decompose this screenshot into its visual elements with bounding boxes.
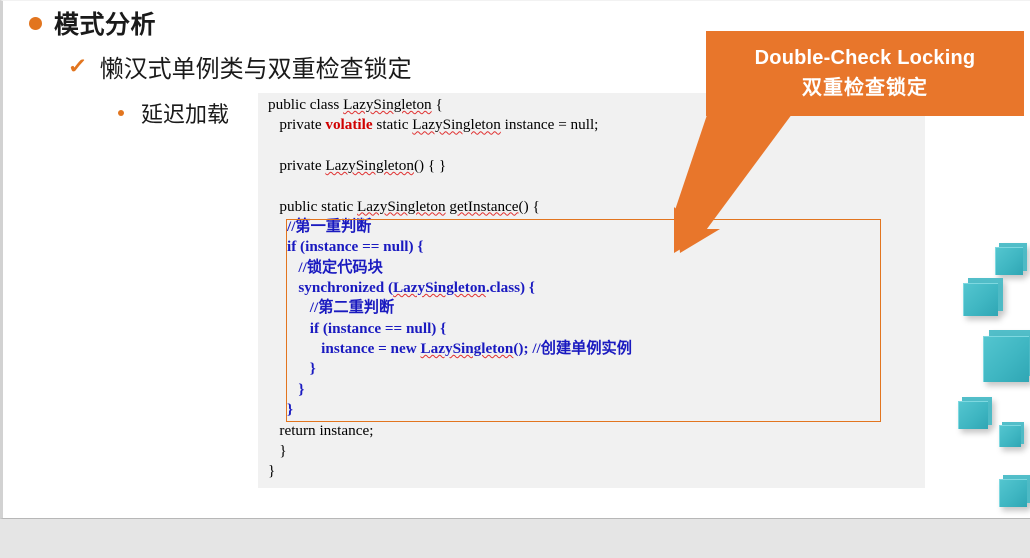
bullet-level-2-label: 懒汉式单例类与双重检查锁定	[99, 56, 412, 83]
checkmark-icon: ✓	[67, 55, 88, 78]
bullet-level-3: 延迟加载	[118, 97, 229, 129]
bullet-level-2: ✓ 懒汉式单例类与双重检查锁定	[67, 49, 412, 84]
filled-circle-icon	[29, 16, 42, 30]
bullet-level-1-label: 模式分析	[54, 11, 157, 39]
teal-cube-decoration	[963, 278, 1003, 316]
slide-canvas: 模式分析 ✓ 懒汉式单例类与双重检查锁定 延迟加载 public class L…	[0, 0, 1030, 519]
code-block: public class LazySingleton { private vol…	[258, 93, 925, 488]
teal-cube-decoration	[999, 475, 1030, 507]
bullet-level-3-label: 延迟加载	[141, 102, 230, 127]
teal-cube-decoration	[983, 330, 1030, 382]
small-dot-icon	[118, 110, 124, 116]
callout-title-en: Double-Check Locking	[754, 47, 976, 69]
bullet-level-1: 模式分析	[29, 5, 156, 41]
callout-title-zh: 双重检查锁定	[802, 77, 928, 99]
code-listing: public class LazySingleton { private vol…	[268, 96, 632, 480]
screenshot-root: 模式分析 ✓ 懒汉式单例类与双重检查锁定 延迟加载 public class L…	[0, 0, 1030, 558]
callout-box: Double-Check Locking 双重检查锁定	[706, 31, 1024, 116]
teal-cube-decoration	[958, 397, 992, 429]
teal-cube-decoration	[995, 243, 1027, 275]
bottom-chrome-strip	[0, 519, 1030, 558]
teal-cube-decoration	[999, 422, 1024, 447]
